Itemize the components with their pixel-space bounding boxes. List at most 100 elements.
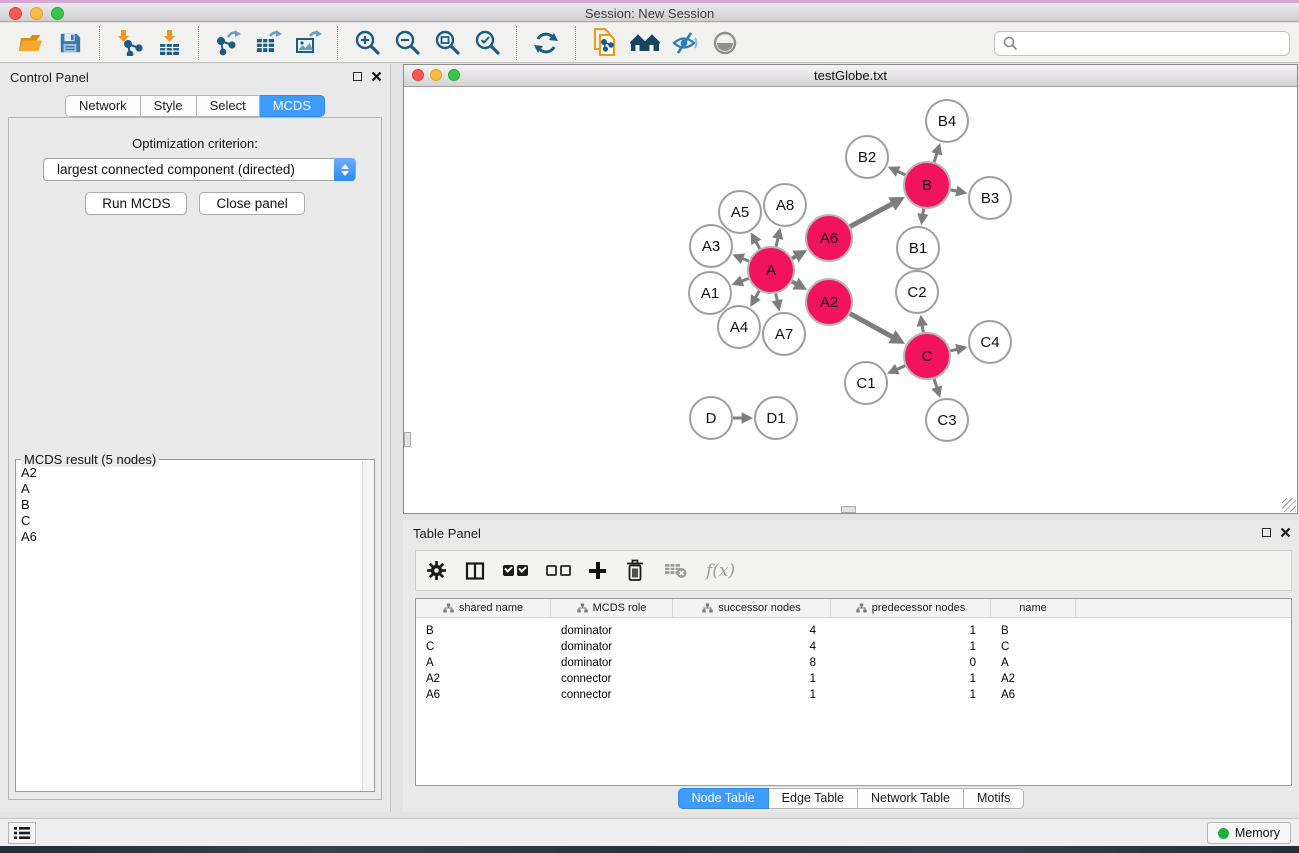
edge-A-A1[interactable] bbox=[732, 276, 749, 287]
graph-node-A3[interactable]: A3 bbox=[690, 225, 732, 267]
export-network-button[interactable] bbox=[213, 28, 243, 58]
delete-column-button[interactable] bbox=[624, 559, 646, 582]
edge-C-C2[interactable] bbox=[917, 315, 928, 333]
edge-A-A2[interactable] bbox=[792, 278, 807, 290]
graph-node-D1[interactable]: D1 bbox=[755, 397, 797, 439]
birdseye-view-button[interactable] bbox=[710, 28, 740, 58]
graph-node-A2[interactable]: A2 bbox=[806, 279, 852, 325]
close-panel-button[interactable]: Close panel bbox=[199, 192, 304, 215]
graph-node-A8[interactable]: A8 bbox=[764, 184, 806, 226]
open-file-button[interactable] bbox=[15, 28, 45, 58]
graph-node-C4[interactable]: C4 bbox=[969, 321, 1011, 363]
table-row[interactable]: Bdominator41B bbox=[416, 623, 1291, 639]
graph-node-B1[interactable]: B1 bbox=[897, 227, 939, 269]
table-row[interactable]: Cdominator41C bbox=[416, 639, 1291, 655]
column-header-predecessor-nodes[interactable]: predecessor nodes bbox=[831, 599, 991, 617]
close-panel-icon[interactable] bbox=[371, 71, 382, 82]
graph-node-C[interactable]: C bbox=[904, 333, 950, 379]
graph-node-A7[interactable]: A7 bbox=[763, 313, 805, 355]
edge-A-A7[interactable] bbox=[772, 294, 783, 312]
tab-network-table[interactable]: Network Table bbox=[858, 788, 964, 809]
graph-node-A6[interactable]: A6 bbox=[806, 215, 852, 261]
resize-grip[interactable] bbox=[1282, 498, 1296, 512]
graph-node-A1[interactable]: A1 bbox=[689, 272, 731, 314]
edge-A-A4[interactable] bbox=[750, 291, 761, 307]
export-table-button[interactable] bbox=[253, 28, 283, 58]
zoom-out-button[interactable] bbox=[392, 28, 422, 58]
edge-B-B2[interactable] bbox=[888, 166, 905, 176]
show-panels-list-button[interactable] bbox=[8, 822, 36, 844]
home-button[interactable] bbox=[630, 28, 660, 58]
graph-node-B[interactable]: B bbox=[904, 162, 950, 208]
tab-motifs[interactable]: Motifs bbox=[964, 788, 1024, 809]
copy-network-button[interactable] bbox=[590, 28, 620, 58]
tab-mcds[interactable]: MCDS bbox=[260, 95, 325, 117]
edge-A-A6[interactable] bbox=[792, 250, 807, 262]
left-split-handle[interactable] bbox=[404, 432, 411, 447]
hide-graphics-details-button[interactable] bbox=[670, 28, 700, 58]
graph-node-B2[interactable]: B2 bbox=[846, 136, 888, 178]
column-header-mcds-role[interactable]: MCDS role bbox=[551, 599, 673, 617]
edge-B-B3[interactable] bbox=[951, 185, 968, 196]
table-row[interactable]: Adominator80A bbox=[416, 655, 1291, 671]
tab-edge-table[interactable]: Edge Table bbox=[769, 788, 858, 809]
table-settings-button[interactable] bbox=[426, 560, 447, 581]
export-image-button[interactable] bbox=[293, 28, 323, 58]
import-network-button[interactable] bbox=[114, 28, 144, 58]
graph-node-B3[interactable]: B3 bbox=[969, 177, 1011, 219]
import-table-button[interactable] bbox=[154, 28, 184, 58]
deselect-all-button[interactable] bbox=[546, 565, 571, 576]
zoom-in-button[interactable] bbox=[352, 28, 382, 58]
mcds-result-scrollbar[interactable] bbox=[362, 461, 374, 790]
edge-A-A5[interactable] bbox=[751, 232, 761, 249]
edge-C-C1[interactable] bbox=[887, 364, 905, 374]
run-mcds-button[interactable]: Run MCDS bbox=[85, 192, 187, 215]
edge-A-A8[interactable] bbox=[772, 227, 783, 246]
titlebar: Session: New Session bbox=[0, 0, 1299, 22]
graph-node-A[interactable]: A bbox=[748, 247, 794, 293]
edge-C-C3[interactable] bbox=[931, 379, 942, 398]
search-input[interactable] bbox=[1023, 33, 1289, 54]
tab-node-table[interactable]: Node Table bbox=[678, 788, 769, 809]
refresh-button[interactable] bbox=[531, 28, 561, 58]
zoom-selected-button[interactable] bbox=[472, 28, 502, 58]
graph-node-C2[interactable]: C2 bbox=[896, 271, 938, 313]
save-session-button[interactable] bbox=[55, 28, 85, 58]
delete-table-button[interactable] bbox=[664, 562, 688, 579]
function-builder-button[interactable]: f(x) bbox=[706, 561, 735, 581]
graph-node-C3[interactable]: C3 bbox=[926, 399, 968, 441]
table-row[interactable]: A2connector11A2 bbox=[416, 671, 1291, 687]
tab-network[interactable]: Network bbox=[65, 95, 141, 117]
show-column-button[interactable] bbox=[465, 561, 485, 581]
mcds-result-box: MCDS result (5 nodes) A2ABCA6 bbox=[15, 459, 375, 792]
float-panel-icon[interactable] bbox=[1262, 528, 1271, 537]
graph-node-A4[interactable]: A4 bbox=[718, 306, 760, 348]
graph-node-C1[interactable]: C1 bbox=[845, 362, 887, 404]
edge-A2-C[interactable] bbox=[850, 314, 905, 344]
edge-C-C4[interactable] bbox=[950, 344, 967, 355]
search-field[interactable] bbox=[994, 31, 1290, 56]
zoom-fit-button[interactable] bbox=[432, 28, 462, 58]
table-row[interactable]: A6connector11A6 bbox=[416, 687, 1291, 703]
edge-A-A3[interactable] bbox=[732, 253, 748, 264]
graph-node-A5[interactable]: A5 bbox=[719, 191, 761, 233]
float-panel-icon[interactable] bbox=[353, 72, 362, 81]
network-canvas[interactable]: B4 B2 B B3 A8A5 A6 B1 A3 A C2 A1 A2 A4A7 C4 C C1 C3 D D1 bbox=[404, 87, 1297, 513]
column-header-name[interactable]: name bbox=[991, 599, 1076, 617]
bottom-split-handle[interactable] bbox=[841, 506, 856, 513]
edge-B-B1[interactable] bbox=[917, 209, 928, 225]
graph-node-D[interactable]: D bbox=[690, 397, 732, 439]
create-column-button[interactable] bbox=[589, 562, 606, 579]
edge-A6-B[interactable] bbox=[850, 197, 905, 227]
tab-style[interactable]: Style bbox=[141, 95, 197, 117]
criterion-select[interactable]: largest connected component (directed) bbox=[43, 158, 356, 181]
column-header-successor-nodes[interactable]: successor nodes bbox=[673, 599, 831, 617]
edge-B-B4[interactable] bbox=[931, 143, 942, 162]
edge-D-D1[interactable] bbox=[733, 412, 753, 423]
memory-button[interactable]: Memory bbox=[1207, 822, 1291, 844]
select-all-button[interactable] bbox=[503, 565, 528, 576]
tab-select[interactable]: Select bbox=[197, 95, 260, 117]
graph-node-B4[interactable]: B4 bbox=[926, 100, 968, 142]
close-panel-icon[interactable] bbox=[1280, 527, 1291, 538]
column-header-shared-name[interactable]: shared name bbox=[416, 599, 551, 617]
